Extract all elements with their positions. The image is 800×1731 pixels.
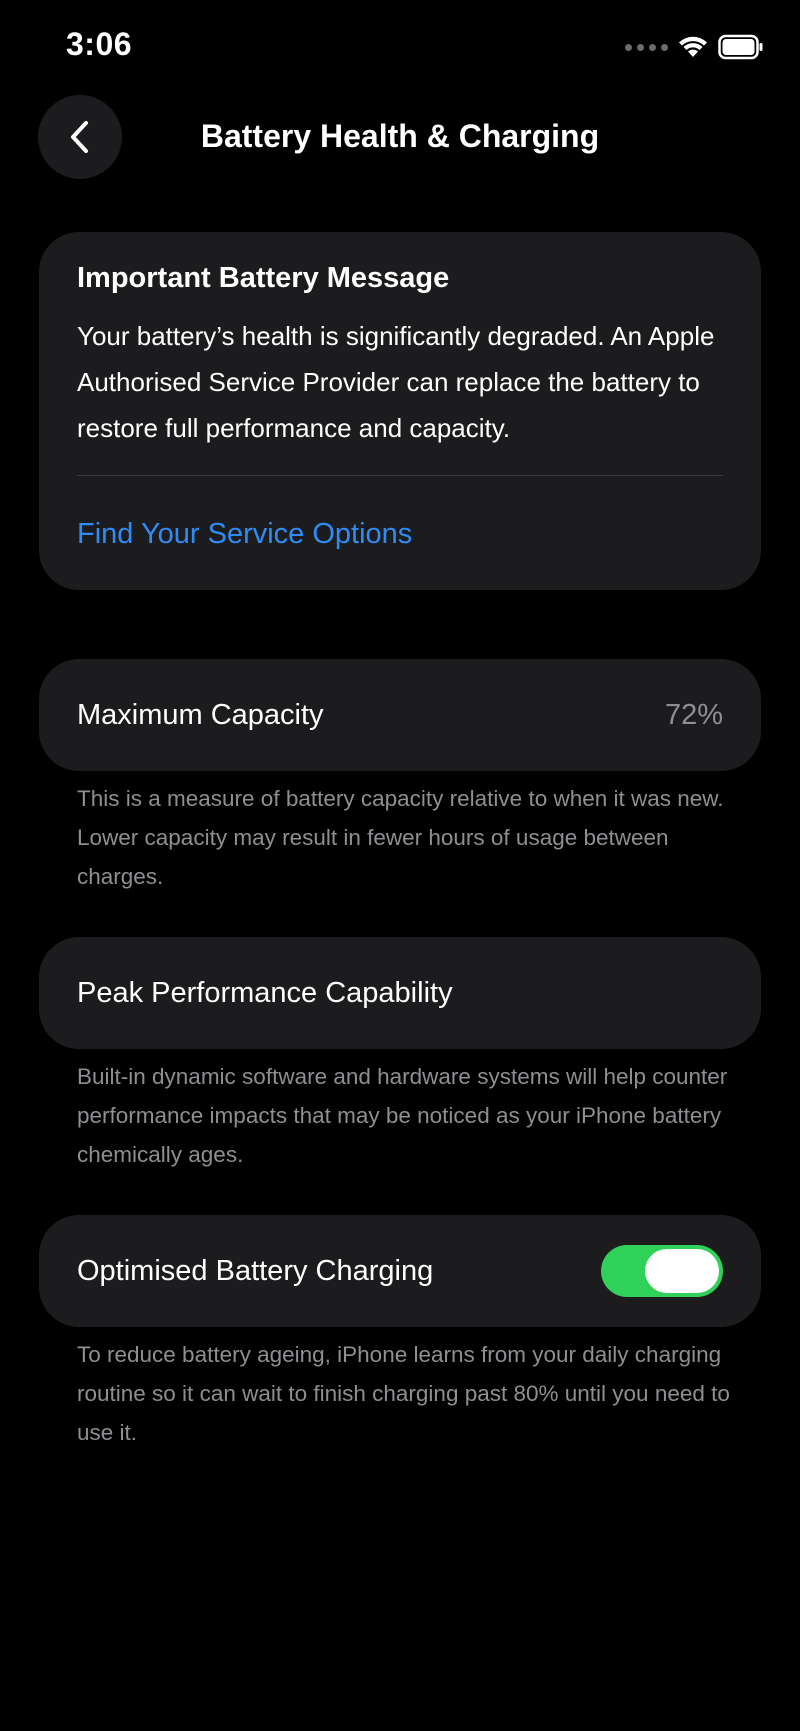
maximum-capacity-label: Maximum Capacity	[77, 698, 324, 731]
find-service-options-link[interactable]: Find Your Service Options	[77, 518, 412, 551]
optimised-charging-row: Optimised Battery Charging	[39, 1215, 761, 1327]
optimised-charging-label: Optimised Battery Charging	[77, 1254, 434, 1287]
peak-performance-label: Peak Performance Capability	[77, 976, 453, 1009]
battery-icon	[718, 34, 763, 60]
toggle-knob	[645, 1249, 719, 1293]
peak-performance-row[interactable]: Peak Performance Capability	[39, 937, 761, 1049]
battery-message-card: Important Battery Message Your battery’s…	[39, 232, 761, 590]
divider	[77, 475, 723, 476]
status-time: 3:06	[66, 26, 133, 62]
battery-message-title: Important Battery Message	[77, 262, 450, 294]
optimised-charging-footnote: To reduce battery ageing, iPhone learns …	[77, 1342, 730, 1445]
wifi-icon	[679, 36, 707, 57]
page-title: Battery Health & Charging	[200, 118, 600, 154]
status-icons	[625, 34, 764, 60]
maximum-capacity-footnote: This is a measure of battery capacity re…	[77, 786, 724, 889]
maximum-capacity-value: 72%	[664, 698, 723, 731]
maximum-capacity-row: Maximum Capacity 72%	[39, 659, 761, 771]
peak-performance-footnote: Built-in dynamic software and hardware s…	[77, 1064, 728, 1167]
signal-dots-icon	[625, 43, 668, 51]
battery-message-body: Your battery’s health is significantly d…	[77, 321, 715, 443]
optimised-charging-toggle[interactable]	[601, 1245, 723, 1297]
